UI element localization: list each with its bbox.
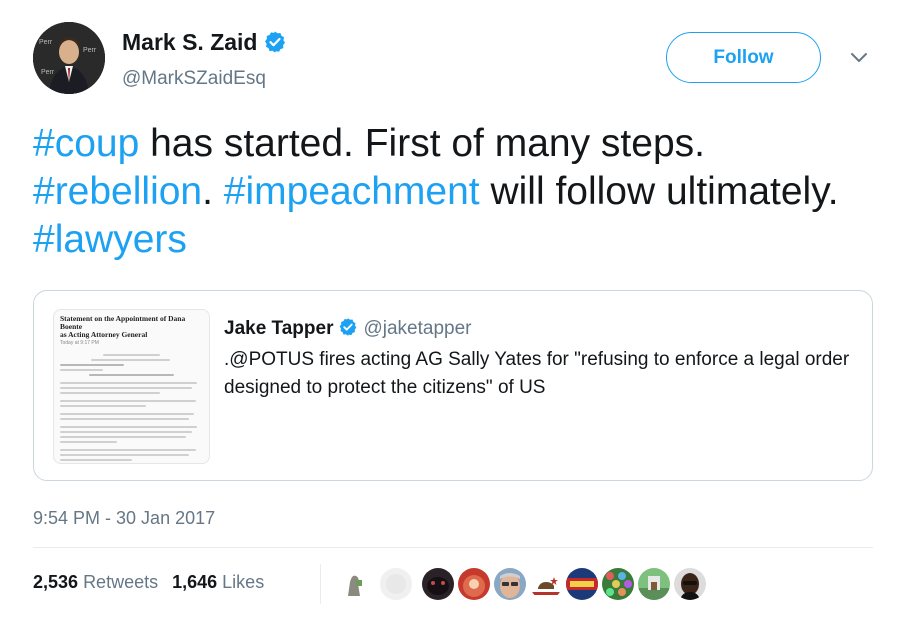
svg-text:Perr: Perr [41, 69, 55, 76]
document-title-line1: Statement on the Appointment of Dana Boe… [60, 314, 186, 331]
hashtag-link[interactable]: #coup [33, 122, 139, 165]
likes-stat[interactable]: 1,646 Likes [172, 572, 264, 592]
tweet-header: Perr Perr Perr Mark S. Zaid @MarkSZaidEs… [33, 22, 873, 102]
verified-badge-icon [340, 318, 357, 336]
chevron-down-icon[interactable] [848, 50, 870, 66]
document-body [60, 354, 203, 464]
svg-text:Perr: Perr [83, 47, 97, 54]
quoted-author[interactable]: Jake Tapper @jaketapper [224, 317, 472, 340]
hashtag-link[interactable]: #lawyers [33, 218, 187, 261]
tweet-stats: 2,536 Retweets 1,646 Likes [33, 572, 264, 593]
liker-avatar[interactable] [564, 566, 600, 602]
document-subtitle: Today at 9:17 PM [60, 340, 99, 346]
divider [33, 547, 873, 548]
document-title-line2: as Acting Attorney General [60, 330, 148, 339]
author-avatar[interactable]: Perr Perr Perr [33, 22, 105, 94]
retweets-stat[interactable]: 2,536 Retweets [33, 572, 158, 592]
retweets-count: 2,536 [33, 572, 79, 592]
quoted-tweet-text: .@POTUS fires acting AG Sally Yates for … [224, 349, 850, 398]
author-name-text[interactable]: Mark S. Zaid [122, 29, 257, 55]
liker-avatar[interactable] [636, 566, 672, 602]
tweet-text-segment: has started. First of many steps. [139, 122, 705, 165]
quoted-tweet[interactable]: Statement on the Appointment of Dana Boe… [33, 290, 873, 481]
liker-avatar[interactable] [492, 566, 528, 602]
liker-avatar[interactable] [528, 566, 564, 602]
author-name[interactable]: Mark S. Zaid [122, 29, 287, 56]
liker-avatar[interactable] [420, 566, 456, 602]
quoted-author-name[interactable]: Jake Tapper [224, 318, 333, 339]
retweets-label: Retweets [83, 572, 159, 592]
hashtag-link[interactable]: #rebellion [33, 170, 202, 213]
quoted-tweet-image[interactable]: Statement on the Appointment of Dana Boe… [53, 309, 210, 464]
hashtag-link[interactable]: #impeachment [224, 170, 480, 213]
author-handle[interactable]: @MarkSZaidEsq [122, 68, 266, 90]
tweet-text-segment: will follow ultimately. [479, 170, 839, 213]
verified-badge-icon [265, 31, 286, 53]
stats-separator [320, 564, 321, 604]
tweet-timestamp[interactable]: 9:54 PM - 30 Jan 2017 [33, 508, 215, 529]
likes-count: 1,646 [172, 572, 218, 592]
liker-avatar[interactable] [672, 566, 708, 602]
document-image: Statement on the Appointment of Dana Boe… [53, 309, 210, 464]
svg-text:Perr: Perr [39, 39, 53, 46]
tweet-text-segment: . [202, 170, 224, 213]
liker-avatar[interactable] [456, 566, 492, 602]
quoted-author-handle[interactable]: @jaketapper [363, 318, 471, 339]
tweet-text: #coup has started. First of many steps. … [33, 120, 873, 264]
liker-avatar[interactable] [336, 566, 372, 602]
liker-avatar[interactable] [378, 566, 414, 602]
liker-avatar[interactable] [600, 566, 636, 602]
likes-label: Likes [222, 572, 265, 592]
follow-button[interactable]: Follow [666, 32, 821, 83]
